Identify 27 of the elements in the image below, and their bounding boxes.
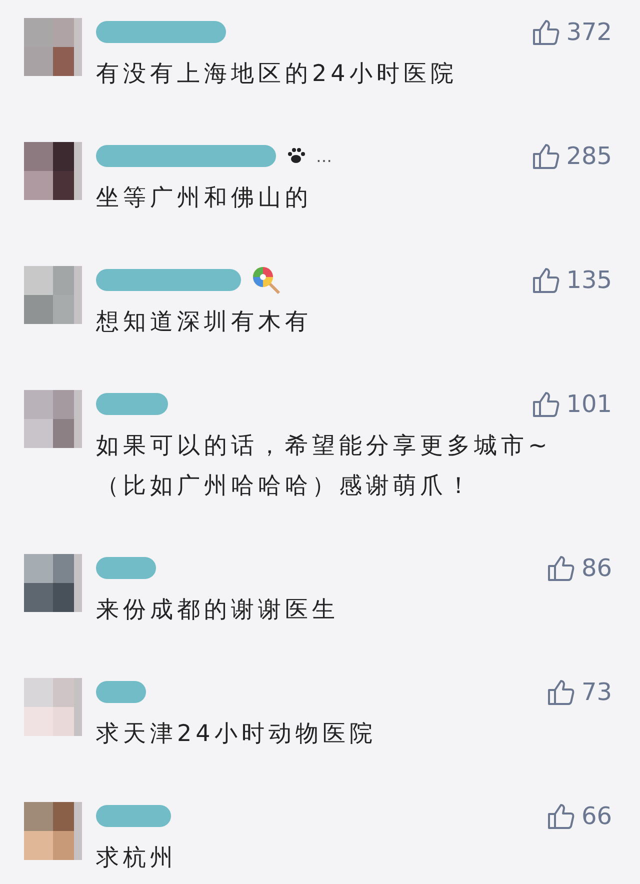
comment-text: 有没有上海地区的24小时医院 <box>96 60 458 89</box>
comment-text: 求杭州 <box>96 844 178 873</box>
comment-text: 坐等广州和佛山的 <box>96 184 313 213</box>
lollipop-icon <box>251 265 281 295</box>
comment-text: 求天津24小时动物医院 <box>96 720 378 749</box>
comment-text: 想知道深圳有木有 <box>96 308 313 337</box>
like-count: 101 <box>566 390 612 418</box>
thumbs-up-icon[interactable] <box>532 142 560 170</box>
like-count: 135 <box>566 266 612 294</box>
redaction-mark <box>96 681 146 703</box>
thumbs-up-icon[interactable] <box>532 390 560 418</box>
like-count: 66 <box>581 802 612 830</box>
ellipsis: … <box>316 146 332 166</box>
thumbs-up-icon[interactable] <box>547 678 576 706</box>
thumbs-up-icon[interactable] <box>532 266 560 294</box>
like-count: 285 <box>566 142 612 170</box>
comment-text: 来份成都的谢谢医生 <box>96 596 340 625</box>
like-count: 73 <box>581 678 612 706</box>
like-count: 372 <box>566 18 612 46</box>
thumbs-up-icon[interactable] <box>547 802 576 830</box>
paw-icon <box>286 146 306 166</box>
comment-text: 如果可以的话，希望能分享更多城市~（比如广州哈哈哈）感谢萌爪！ <box>96 432 552 501</box>
thumbs-up-icon[interactable] <box>532 18 560 46</box>
thumbs-up-icon[interactable] <box>547 554 576 582</box>
like-count: 86 <box>581 554 612 582</box>
redaction-mark <box>96 557 156 579</box>
redaction-mark <box>96 393 168 415</box>
